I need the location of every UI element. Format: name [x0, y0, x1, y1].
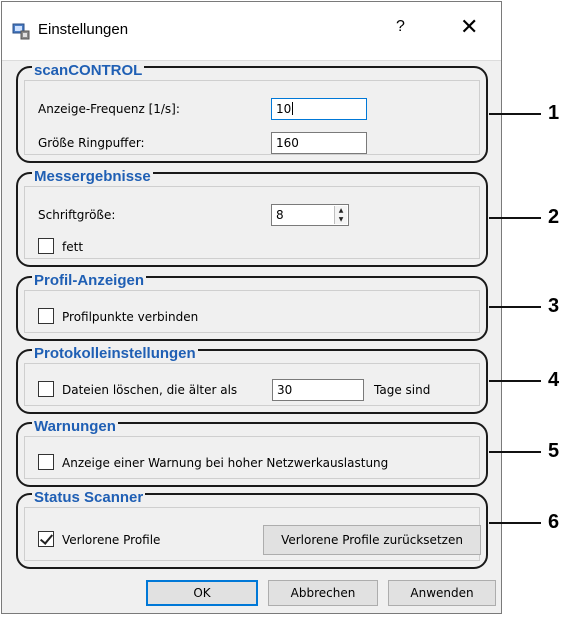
network-warning-label: Anzeige einer Warnung bei hoher Netzwerk…: [62, 456, 389, 470]
spin-arrows-icon[interactable]: ▲ ▼: [334, 206, 347, 224]
frequency-input[interactable]: 10: [271, 98, 367, 120]
group-title-scancontrol: scanCONTROL: [32, 62, 145, 79]
group-scancontrol: scanCONTROL Anzeige-Frequenz [1/s]: 10 G…: [16, 62, 488, 163]
days-suffix: Tage sind: [374, 383, 431, 397]
group-title-protokoll: Protokolleinstellungen: [32, 345, 198, 362]
apply-button[interactable]: Anwenden: [388, 580, 496, 606]
callout-number-3: 3: [548, 295, 560, 317]
callout-line-1: [489, 113, 541, 115]
group-title-profil: Profil-Anzeigen: [32, 272, 147, 289]
group-messergebnisse: Messergebnisse Schriftgröße: 8 ▲ ▼ fett: [16, 168, 488, 267]
delete-files-label: Dateien löschen, die älter als: [62, 383, 238, 397]
close-button[interactable]: ✕: [460, 14, 478, 40]
fontsize-label: Schriftgröße:: [38, 208, 116, 222]
lost-profiles-checkbox[interactable]: [38, 531, 54, 547]
callout-line-3: [489, 306, 541, 308]
group-profil: Profil-Anzeigen Profilpunkte verbinden: [16, 272, 488, 341]
window-title: Einstellungen: [38, 21, 129, 38]
days-input[interactable]: 30: [272, 379, 364, 401]
callout-number-6: 6: [548, 511, 560, 533]
connect-points-label: Profilpunkte verbinden: [62, 310, 199, 324]
callout-line-4: [489, 380, 541, 382]
callout-number-1: 1: [548, 102, 560, 124]
network-warning-checkbox[interactable]: [38, 454, 54, 470]
bold-label: fett: [62, 240, 84, 254]
group-warnungen: Warnungen Anzeige einer Warnung bei hohe…: [16, 418, 488, 487]
bold-checkbox[interactable]: [38, 238, 54, 254]
group-status: Status Scanner Verlorene Profile Verlore…: [16, 489, 488, 569]
group-protokoll: Protokolleinstellungen Dateien löschen, …: [16, 345, 488, 414]
settings-dialog: Einstellungen ? ✕ scanCONTROL Anzeige-Fr…: [1, 1, 502, 614]
frequency-value: 10: [276, 102, 292, 116]
settings-app-icon: [12, 23, 30, 40]
ok-button[interactable]: OK: [146, 580, 258, 606]
group-title-status: Status Scanner: [32, 489, 146, 506]
frequency-label: Anzeige-Frequenz [1/s]:: [38, 102, 180, 116]
group-title-warnungen: Warnungen: [32, 418, 118, 435]
title-bar: Einstellungen ? ✕: [2, 2, 501, 61]
callout-number-4: 4: [548, 369, 560, 391]
lost-profiles-label: Verlorene Profile: [62, 533, 161, 547]
callout-number-2: 2: [548, 206, 560, 228]
buffer-label: Größe Ringpuffer:: [38, 136, 145, 150]
help-button[interactable]: ?: [396, 18, 405, 36]
callout-number-5: 5: [548, 440, 560, 462]
cancel-button[interactable]: Abbrechen: [268, 580, 378, 606]
callout-line-6: [489, 522, 541, 524]
group-title-messergebnisse: Messergebnisse: [32, 168, 153, 185]
reset-lost-profiles-button[interactable]: Verlorene Profile zurücksetzen: [263, 525, 481, 555]
callout-line-2: [489, 217, 541, 219]
connect-points-checkbox[interactable]: [38, 308, 54, 324]
fontsize-spinbox[interactable]: 8 ▲ ▼: [271, 204, 349, 226]
buffer-input[interactable]: 160: [271, 132, 367, 154]
text-caret: [292, 102, 294, 115]
callout-line-5: [489, 451, 541, 453]
fontsize-value: 8: [276, 208, 284, 222]
delete-files-checkbox[interactable]: [38, 381, 54, 397]
